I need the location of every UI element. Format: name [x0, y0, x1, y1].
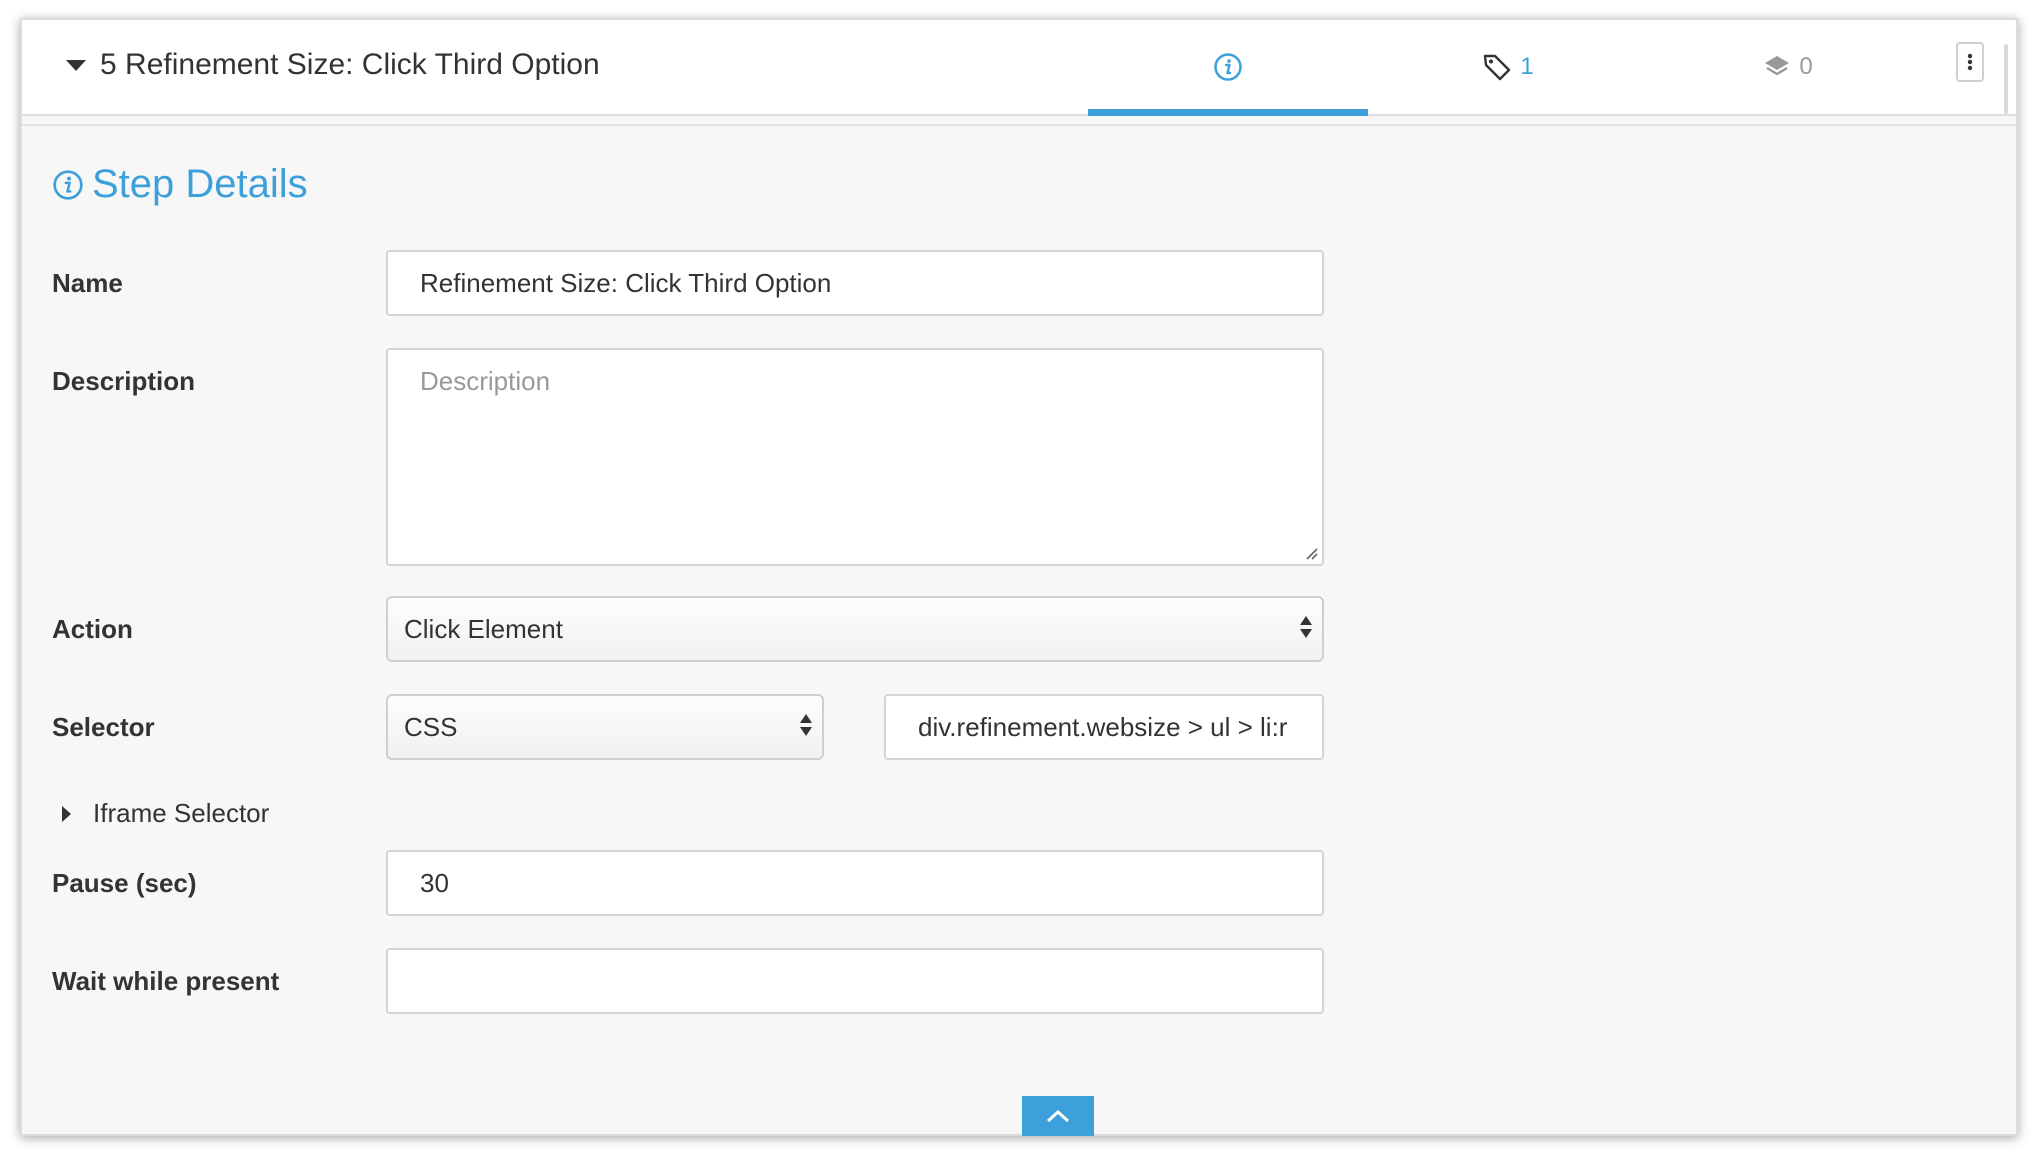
iframe-selector-toggle[interactable]: Iframe Selector [62, 798, 269, 829]
description-field[interactable]: Description [386, 348, 1324, 566]
collapse-caret-icon[interactable] [66, 60, 86, 71]
step-panel: 5 Refinement Size: Click Third Option 1 [20, 18, 2018, 1136]
description-placeholder: Description [420, 366, 551, 396]
selector-label: Selector [52, 712, 155, 742]
step-number: 5 [100, 48, 117, 81]
section-title: Step Details [92, 162, 308, 206]
selector-value: div.refinement.websize > ul > li:r [918, 711, 1288, 742]
info-circle-icon [53, 169, 83, 200]
layer-count: 0 [1799, 53, 1813, 80]
selector-type-value: CSS [404, 711, 458, 742]
scrollbar[interactable] [2004, 44, 2008, 114]
action-value: Click Element [404, 613, 563, 644]
vertical-ellipsis-icon [1967, 53, 1973, 71]
more-options-button[interactable] [1956, 42, 1984, 82]
step-title[interactable]: 5 Refinement Size: Click Third Option [100, 48, 600, 82]
pause-value: 30 [420, 867, 449, 898]
tab-layers[interactable]: 0 [1648, 20, 1928, 114]
wait-label: Wait while present [52, 966, 280, 996]
step-name: Refinement Size: Click Third Option [125, 48, 600, 81]
active-tab-indicator [1088, 109, 1368, 116]
pause-field[interactable]: 30 [386, 850, 1324, 916]
step-header: 5 Refinement Size: Click Third Option 1 [22, 20, 2016, 116]
tab-info[interactable] [1088, 20, 1368, 116]
select-arrows-icon [1300, 616, 1312, 638]
name-label: Name [52, 268, 123, 298]
name-field[interactable]: Refinement Size: Click Third Option [386, 250, 1324, 316]
pause-label: Pause (sec) [52, 868, 197, 898]
action-select[interactable]: Click Element [386, 596, 1324, 662]
layers-icon [1765, 56, 1790, 76]
divider [22, 124, 2016, 126]
info-circle-icon [1214, 53, 1242, 81]
resize-handle-icon[interactable] [1304, 546, 1318, 560]
selector-field[interactable]: div.refinement.websize > ul > li:r [884, 694, 1324, 760]
tab-tags[interactable]: 1 [1368, 20, 1648, 114]
name-value: Refinement Size: Click Third Option [420, 267, 832, 298]
action-label: Action [52, 614, 133, 644]
description-label: Description [52, 366, 196, 396]
tag-icon [1484, 54, 1511, 81]
section-heading: Step Details [52, 162, 308, 207]
collapse-panel-button[interactable] [1022, 1096, 1094, 1136]
wait-field[interactable] [386, 948, 1324, 1014]
select-arrows-icon [800, 714, 812, 736]
expand-caret-icon [62, 805, 71, 822]
selector-type-select[interactable]: CSS [386, 694, 824, 760]
tag-count: 1 [1520, 53, 1534, 80]
iframe-selector-label: Iframe Selector [93, 798, 270, 828]
chevron-up-icon [1046, 1109, 1070, 1123]
